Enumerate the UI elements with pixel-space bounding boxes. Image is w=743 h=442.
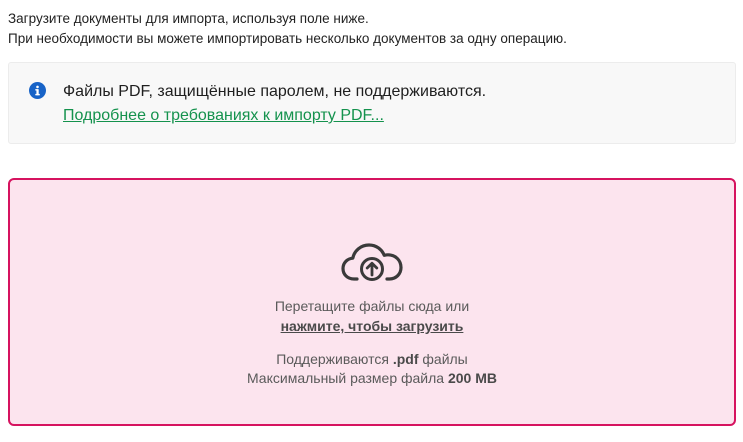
max-file-size: Максимальный размер файла 200 MB [247,369,497,388]
drag-hint: Перетащите файлы сюда или [274,298,470,314]
supported-ext: .pdf [392,351,419,367]
supported-formats: Поддерживаются .pdf файлы [247,350,497,369]
info-icon [29,82,46,99]
import-page: Загрузите документы для импорта, использ… [0,0,743,442]
notice-message: Файлы PDF, защищённые паролем, не поддер… [63,83,487,100]
supported-suffix: файлы [418,351,468,367]
max-size-value: 200 MB [447,370,497,386]
file-requirements: Поддерживаются .pdf файлы Максимальный р… [247,350,497,388]
intro-line-1: Загрузите документы для импорта, использ… [8,11,369,26]
pdf-requirements-link[interactable]: Подробнее о требованиях к импорту PDF... [63,105,384,127]
intro-line-2: При необходимости вы можете импортироват… [8,31,567,46]
cloud-upload-icon [341,243,403,281]
click-to-upload-link[interactable]: нажмите, чтобы загрузить [281,316,464,336]
pdf-notice: Файлы PDF, защищённые паролем, не поддер… [8,62,736,144]
max-size-prefix: Максимальный размер файла [246,370,448,386]
supported-prefix: Поддерживаются [276,351,393,367]
intro-text: Загрузите документы для импорта, использ… [8,9,735,49]
file-dropzone[interactable]: Перетащите файлы сюда или нажмите, чтобы… [8,178,736,426]
